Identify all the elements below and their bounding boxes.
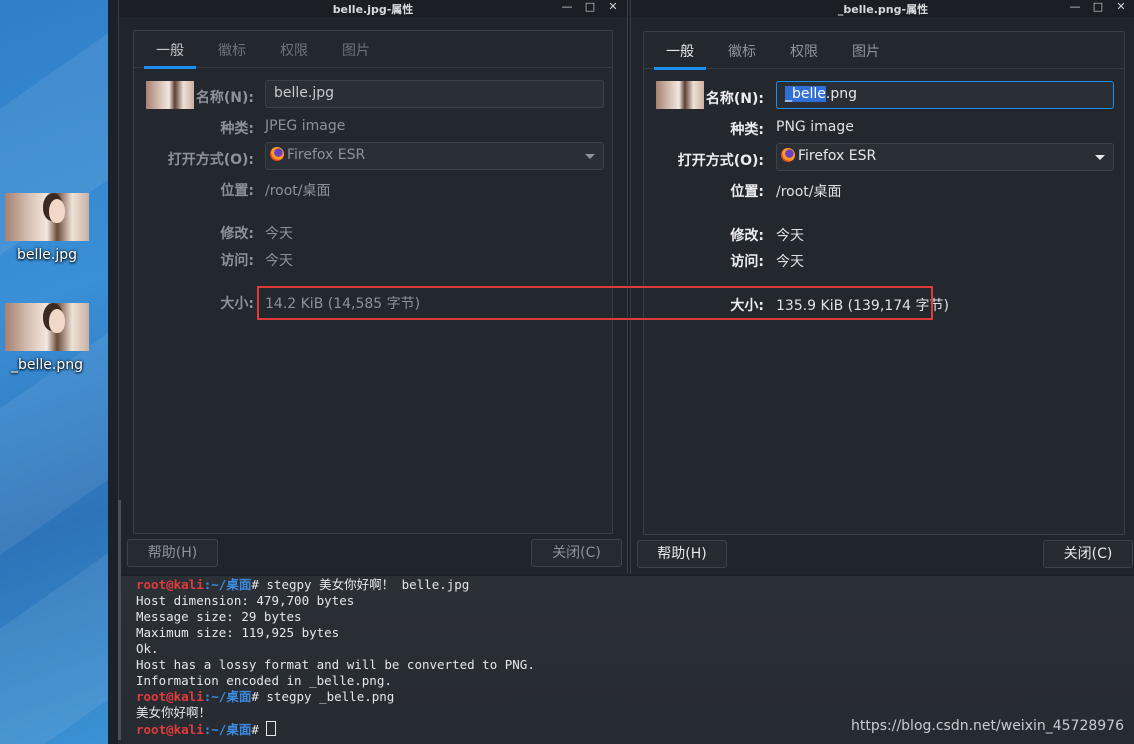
open-with-value: Firefox ESR <box>798 148 877 164</box>
image-thumbnail-icon <box>5 193 89 241</box>
maximize-icon[interactable]: □ <box>584 0 596 13</box>
tab-permissions[interactable]: 权限 <box>790 41 818 69</box>
terminal-output-line: Ok. <box>136 641 159 656</box>
location-value: /root/桌面 <box>265 183 331 199</box>
name-field[interactable]: _belle.png <box>776 81 1114 109</box>
firefox-icon <box>270 147 284 161</box>
type-label: 种类: <box>730 122 764 138</box>
name-field[interactable]: belle.jpg <box>265 80 604 108</box>
open-with-dropdown[interactable]: Firefox ESR <box>776 143 1114 171</box>
open-with-dropdown[interactable]: Firefox ESR <box>265 142 604 170</box>
window-title: belle.jpg-属性 <box>332 3 414 16</box>
properties-window-belle-png: _belle.png-属性 — □ ✕ 一般 徽标 权限 图片 名称(N): _… <box>630 0 1134 574</box>
prompt-path: ~/桌面 <box>211 577 252 592</box>
open-with-value: Firefox ESR <box>287 147 366 163</box>
terminal-output-line: Host dimension: 479,700 bytes <box>136 593 355 608</box>
tab-general[interactable]: 一般 <box>144 40 196 69</box>
prompt-symbol: # <box>251 722 267 737</box>
window-titlebar[interactable]: _belle.png-属性 — □ ✕ <box>631 0 1134 17</box>
terminal-output-line: Information encoded in _belle.png. <box>136 673 392 688</box>
name-label: 名称(N): <box>705 91 764 107</box>
firefox-icon <box>781 148 795 162</box>
minimize-icon[interactable]: — <box>561 0 573 13</box>
location-label: 位置: <box>730 184 764 200</box>
close-icon[interactable]: ✕ <box>1115 0 1127 13</box>
help-button[interactable]: 帮助(H) <box>127 539 218 567</box>
image-thumbnail-icon <box>5 303 89 351</box>
tab-image[interactable]: 图片 <box>342 40 370 68</box>
name-rest-text: .png <box>825 86 858 102</box>
size-value: 135.9 KiB (139,174 字节) <box>776 298 949 314</box>
help-button[interactable]: 帮助(H) <box>637 540 727 568</box>
accessed-label: 访问: <box>730 254 764 270</box>
desktop-icon-belle-jpg[interactable]: belle.jpg <box>4 193 90 263</box>
terminal-line: root@kali:~/桌面# stegpy _belle.png <box>136 689 1134 705</box>
chevron-down-icon <box>1095 155 1105 160</box>
terminal-line: root@kali:~/桌面# stegpy 美女你好啊！ belle.jpg <box>136 577 1134 593</box>
terminal-output-line: Maximum size: 119,925 bytes <box>136 625 340 640</box>
wallpaper-stripe <box>0 542 108 744</box>
modified-label: 修改: <box>220 226 254 242</box>
size-label: 大小: <box>730 298 764 314</box>
close-button[interactable]: 关闭(C) <box>1043 540 1133 568</box>
tab-image[interactable]: 图片 <box>852 41 880 69</box>
open-with-label: 打开方式(O): <box>167 152 254 168</box>
window-title: _belle.png-属性 <box>837 3 929 16</box>
terminal-output-line: Message size: 29 bytes <box>136 609 302 624</box>
prompt-user: root@kali <box>136 689 204 704</box>
close-button[interactable]: 关闭(C) <box>531 539 622 567</box>
properties-window-belle-jpg: belle.jpg-属性 — □ ✕ 一般 徽标 权限 图片 名称(N): be… <box>118 0 628 574</box>
desktop-icon-label: _belle.png <box>11 357 83 373</box>
tab-bar: 一般 徽标 权限 图片 <box>134 31 612 69</box>
prompt-symbol: # <box>251 577 267 592</box>
prompt-path: ~/桌面 <box>211 722 252 737</box>
modified-value: 今天 <box>776 228 804 244</box>
desktop-background: belle.jpg _belle.png <box>0 0 108 744</box>
prompt-symbol: # <box>251 689 267 704</box>
size-value: 14.2 KiB (14,585 字节) <box>265 296 421 312</box>
tab-emblems[interactable]: 徽标 <box>218 40 246 68</box>
prompt-user: root@kali <box>136 577 204 592</box>
tab-emblems[interactable]: 徽标 <box>728 41 756 69</box>
chevron-down-icon <box>585 154 595 159</box>
terminal-command: stegpy _belle.png <box>266 689 395 704</box>
desktop-icon-belle-png[interactable]: _belle.png <box>4 303 90 373</box>
modified-label: 修改: <box>730 228 764 244</box>
text-cursor <box>266 721 277 736</box>
open-with-label: 打开方式(O): <box>677 153 764 169</box>
properties-panel: 一般 徽标 权限 图片 名称(N): _belle.png 种类: PNG im… <box>643 31 1125 535</box>
window-titlebar[interactable]: belle.jpg-属性 — □ ✕ <box>119 0 627 17</box>
accessed-value: 今天 <box>265 253 293 269</box>
name-label: 名称(N): <box>195 90 254 106</box>
location-value: /root/桌面 <box>776 184 842 200</box>
tab-general[interactable]: 一般 <box>654 41 706 70</box>
modified-value: 今天 <box>265 226 293 242</box>
type-value: JPEG image <box>265 118 346 134</box>
maximize-icon[interactable]: □ <box>1092 0 1104 13</box>
location-label: 位置: <box>220 183 254 199</box>
terminal-command: stegpy 美女你好啊！ belle.jpg <box>266 577 470 592</box>
terminal-scrollbar[interactable] <box>118 500 121 740</box>
accessed-label: 访问: <box>220 253 254 269</box>
watermark-text: https://blog.csdn.net/weixin_45728976 <box>850 718 1124 734</box>
accessed-value: 今天 <box>776 254 804 270</box>
name-selected-text: _belle <box>785 86 826 102</box>
close-icon[interactable]: ✕ <box>607 0 619 13</box>
minimize-icon[interactable]: — <box>1069 0 1081 13</box>
type-label: 种类: <box>220 121 254 137</box>
type-value: PNG image <box>776 119 854 135</box>
desktop-icon-label: belle.jpg <box>16 247 77 263</box>
tab-bar: 一般 徽标 权限 图片 <box>644 32 1124 70</box>
prompt-user: root@kali <box>136 722 204 737</box>
properties-panel: 一般 徽标 权限 图片 名称(N): belle.jpg 种类: JPEG im… <box>133 30 613 534</box>
tab-permissions[interactable]: 权限 <box>280 40 308 68</box>
terminal-output-line: Host has a lossy format and will be conv… <box>136 657 535 672</box>
prompt-path: ~/桌面 <box>211 689 252 704</box>
size-label: 大小: <box>220 296 254 312</box>
